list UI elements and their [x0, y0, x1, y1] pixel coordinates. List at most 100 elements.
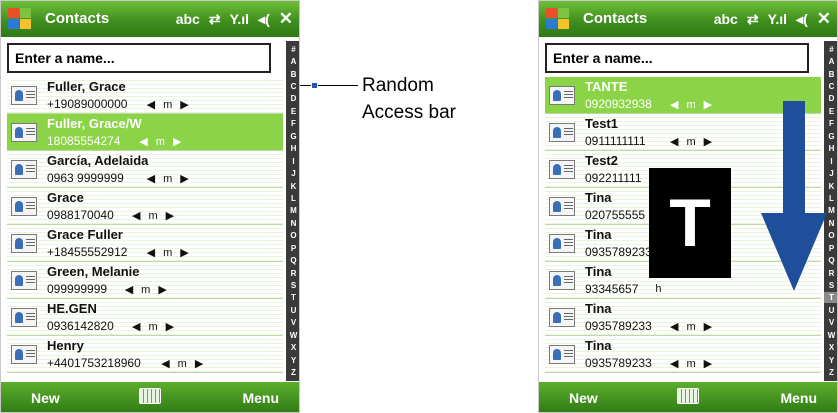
alpha-index-letter[interactable]: Y [286, 355, 299, 366]
close-icon[interactable]: ✕ [817, 9, 831, 29]
input-mode-icon[interactable]: abc [176, 11, 200, 27]
alpha-index-letter[interactable]: J [286, 168, 299, 179]
number-type-selector[interactable]: ◀ m ▶ [125, 283, 167, 297]
alpha-index-letter[interactable]: D [286, 93, 299, 104]
alpha-index-letter[interactable]: Y [824, 355, 837, 366]
menu-softkey[interactable]: Menu [780, 390, 817, 406]
windows-start-icon[interactable] [7, 7, 33, 31]
windows-start-icon[interactable] [545, 7, 571, 31]
alpha-index-letter[interactable]: V [286, 317, 299, 328]
next-number-icon[interactable]: ▶ [166, 209, 174, 222]
alpha-index-letter[interactable]: Q [286, 255, 299, 266]
previous-number-icon[interactable]: ◀ [670, 320, 678, 333]
search-input[interactable]: Enter a name... [7, 43, 271, 73]
alpha-index-letter[interactable]: B [824, 69, 837, 80]
random-access-bar[interactable]: # A B C D E F G H I J K L M N O P Q R S T U V W X Y Z [286, 41, 299, 381]
previous-number-icon[interactable]: ◀ [147, 172, 155, 185]
signal-icon[interactable]: Y.ıl [230, 11, 249, 27]
contact-row[interactable]: Grace Fuller +18455552912 ◀ m ▶ [7, 225, 283, 262]
next-number-icon[interactable]: ▶ [704, 135, 712, 148]
alpha-index-letter[interactable]: N [286, 218, 299, 229]
number-type-selector[interactable]: ◀ m ▶ [670, 357, 712, 371]
next-number-icon[interactable]: ▶ [180, 172, 188, 185]
alpha-index-letter[interactable]: T [824, 292, 837, 304]
contact-row[interactable]: García, Adelaida 0963 9999999 ◀ m ▶ [7, 151, 283, 188]
input-mode-icon[interactable]: abc [714, 11, 738, 27]
number-type-selector[interactable]: h [655, 283, 661, 295]
alpha-index-letter[interactable]: W [286, 330, 299, 341]
previous-number-icon[interactable]: ◀ [139, 135, 147, 148]
alpha-index-letter[interactable]: S [286, 280, 299, 291]
number-type-selector[interactable]: ◀ m ▶ [670, 320, 712, 334]
keyboard-icon[interactable] [139, 388, 161, 404]
next-number-icon[interactable]: ▶ [704, 98, 712, 111]
contact-row[interactable]: Fuller, Grace +19089000000 ◀ m ▶ [7, 77, 283, 114]
alpha-index-letter[interactable]: P [286, 243, 299, 254]
alpha-index-letter[interactable]: X [824, 342, 837, 353]
alpha-index-letter[interactable]: C [286, 81, 299, 92]
new-softkey[interactable]: New [31, 390, 60, 406]
alpha-index-letter[interactable]: H [286, 143, 299, 154]
alpha-index-letter[interactable]: E [286, 106, 299, 117]
contact-row[interactable]: Green, Melanie 099999999 ◀ m ▶ [7, 262, 283, 299]
close-icon[interactable]: ✕ [279, 9, 293, 29]
volume-icon[interactable]: ◂( [796, 11, 808, 28]
new-softkey[interactable]: New [569, 390, 598, 406]
number-type-selector[interactable]: ◀ m ▶ [132, 320, 174, 334]
contact-row[interactable]: Fuller, Grace/W 18085554274 ◀ m ▶ [7, 114, 283, 151]
alpha-index-letter[interactable]: R [286, 268, 299, 279]
number-type-selector[interactable]: ◀ m ▶ [147, 172, 189, 186]
previous-number-icon[interactable]: ◀ [670, 98, 678, 111]
search-input[interactable]: Enter a name... [545, 43, 809, 73]
contact-row[interactable]: Grace 0988170040 ◀ m ▶ [7, 188, 283, 225]
previous-number-icon[interactable]: ◀ [125, 283, 133, 296]
alpha-index-letter[interactable]: X [286, 342, 299, 353]
alpha-index-letter[interactable]: # [286, 44, 299, 55]
next-number-icon[interactable]: ▶ [173, 135, 181, 148]
number-type-selector[interactable]: ◀ m ▶ [147, 98, 189, 112]
alpha-index-letter[interactable]: M [286, 205, 299, 216]
connectivity-icon[interactable]: ⇄ [747, 11, 759, 28]
keyboard-icon[interactable] [677, 388, 699, 404]
number-type-selector[interactable]: ◀ m ▶ [132, 209, 174, 223]
previous-number-icon[interactable]: ◀ [161, 357, 169, 370]
alpha-index-letter[interactable]: Z [286, 367, 299, 378]
previous-number-icon[interactable]: ◀ [132, 209, 140, 222]
alpha-index-letter[interactable]: W [824, 330, 837, 341]
next-number-icon[interactable]: ▶ [180, 246, 188, 259]
alpha-index-letter[interactable]: F [286, 118, 299, 129]
volume-icon[interactable]: ◂( [258, 11, 270, 28]
next-number-icon[interactable]: ▶ [166, 320, 174, 333]
previous-number-icon[interactable]: ◀ [147, 246, 155, 259]
previous-number-icon[interactable]: ◀ [670, 357, 678, 370]
contact-row[interactable]: Tina 0935789233 ◀ m ▶ [545, 299, 821, 336]
alpha-index-letter[interactable]: K [286, 181, 299, 192]
alpha-index-letter[interactable]: A [824, 56, 837, 67]
previous-number-icon[interactable]: ◀ [670, 135, 678, 148]
alpha-index-letter[interactable]: G [286, 131, 299, 142]
number-type-selector[interactable]: ◀ m ▶ [161, 357, 203, 371]
contact-row[interactable]: Henry +4401753218960 ◀ m ▶ [7, 336, 283, 373]
contact-row[interactable]: Tina 0935789233 ◀ m ▶ [545, 336, 821, 373]
alpha-index-letter[interactable]: U [824, 305, 837, 316]
contact-row[interactable]: HE.GEN 0936142820 ◀ m ▶ [7, 299, 283, 336]
alpha-index-letter[interactable]: C [824, 81, 837, 92]
next-number-icon[interactable]: ▶ [704, 357, 712, 370]
alpha-index-letter[interactable]: T [286, 292, 299, 303]
signal-icon[interactable]: Y.ıl [768, 11, 787, 27]
alpha-index-letter[interactable]: I [286, 156, 299, 167]
next-number-icon[interactable]: ▶ [180, 98, 188, 111]
alpha-index-letter[interactable]: L [286, 193, 299, 204]
alpha-index-letter[interactable]: Z [824, 367, 837, 378]
number-type-selector[interactable]: ◀ m ▶ [139, 135, 181, 149]
alpha-index-letter[interactable]: B [286, 69, 299, 80]
menu-softkey[interactable]: Menu [242, 390, 279, 406]
alpha-index-letter[interactable]: # [824, 44, 837, 55]
next-number-icon[interactable]: ▶ [158, 283, 166, 296]
alpha-index-letter[interactable]: A [286, 56, 299, 67]
alpha-index-letter[interactable]: O [286, 230, 299, 241]
connectivity-icon[interactable]: ⇄ [209, 11, 221, 28]
alpha-index-letter[interactable]: U [286, 305, 299, 316]
number-type-selector[interactable]: ◀ m ▶ [147, 246, 189, 260]
previous-number-icon[interactable]: ◀ [147, 98, 155, 111]
